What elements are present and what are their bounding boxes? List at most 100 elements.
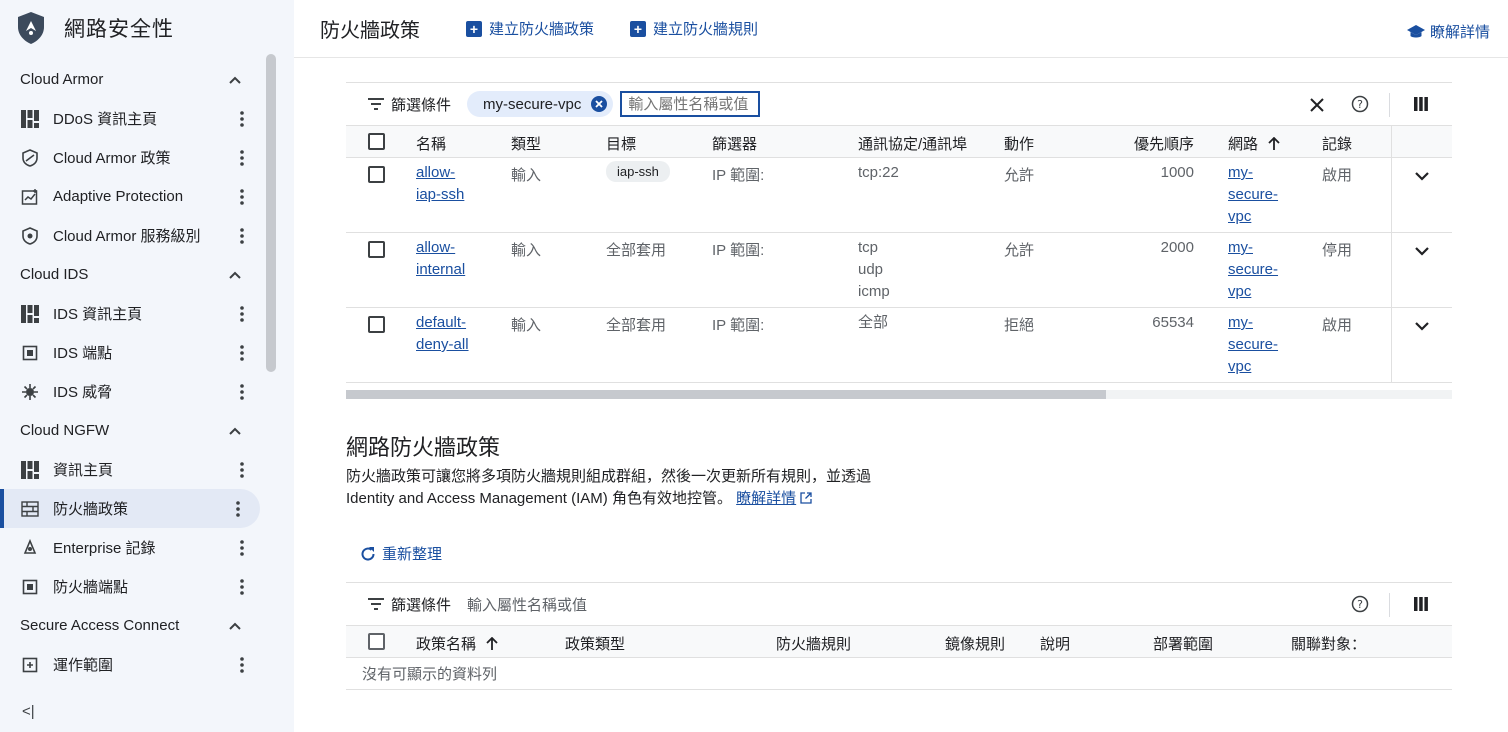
sidebar-item[interactable]: DDoS 資訊主頁 — [0, 99, 264, 138]
column-header[interactable]: 防火牆規則 — [776, 633, 851, 654]
column-header[interactable]: 政策名稱 — [416, 633, 498, 654]
column-header[interactable]: 優先順序 — [1134, 133, 1194, 154]
section-header-secure-access-connect[interactable]: Secure Access Connect — [0, 606, 264, 645]
refresh-button[interactable]: 重新整理 — [360, 543, 442, 564]
rule-name-link[interactable]: allow-internal — [416, 237, 465, 281]
sort-arrow-up-icon[interactable] — [476, 636, 498, 653]
filter-chip[interactable]: my-secure-vpc — [467, 91, 614, 117]
chevron-down-icon[interactable] — [1414, 318, 1430, 331]
chevron-up-icon[interactable] — [228, 619, 242, 633]
help-icon[interactable]: ? — [1351, 595, 1369, 613]
filter-input[interactable] — [620, 91, 761, 117]
sidebar-item[interactable]: 運作範圍 — [0, 645, 264, 684]
more-vert-icon[interactable] — [236, 148, 248, 168]
section-header-cloud-ids[interactable]: Cloud IDS — [0, 255, 264, 294]
network-text[interactable]: secure- — [1228, 334, 1278, 356]
rule-name-text[interactable]: default- — [416, 312, 469, 334]
select-all-checkbox[interactable] — [368, 633, 385, 650]
column-header[interactable]: 通訊協定/通訊埠 — [858, 133, 967, 154]
learn-more-link[interactable]: 瞭解詳情 — [736, 490, 796, 507]
close-icon[interactable] — [1308, 96, 1326, 114]
more-vert-icon[interactable] — [236, 538, 248, 558]
sidebar-item[interactable]: IDS 端點 — [0, 333, 264, 372]
create-rule-button[interactable]: + 建立防火牆規則 — [630, 18, 758, 39]
dashboard-icon — [20, 109, 40, 129]
sidebar-item[interactable]: IDS 威脅 — [0, 372, 264, 411]
sidebar-item[interactable]: Enterprise 記錄 — [0, 528, 264, 567]
section-header-cloud-armor[interactable]: Cloud Armor — [0, 60, 264, 99]
network-text[interactable]: my- — [1228, 312, 1278, 334]
sort-arrow-up-icon[interactable] — [1258, 136, 1280, 153]
more-vert-icon[interactable] — [236, 109, 248, 129]
column-header[interactable]: 名稱 — [416, 133, 446, 154]
help-icon[interactable]: ? — [1351, 95, 1369, 113]
chevron-up-icon[interactable] — [228, 73, 242, 87]
learn-more-button[interactable]: 瞭解詳情 — [1406, 21, 1490, 42]
more-vert-icon[interactable] — [236, 343, 248, 363]
column-header[interactable]: 關聯對象： — [1291, 633, 1366, 654]
more-vert-icon[interactable] — [236, 577, 248, 597]
column-header[interactable]: 政策類型 — [565, 633, 625, 654]
more-vert-icon[interactable] — [236, 304, 248, 324]
cancel-icon[interactable] — [591, 96, 608, 112]
network-text[interactable]: vpc — [1228, 281, 1278, 303]
sidebar-scrollbar[interactable] — [266, 54, 276, 372]
column-header[interactable]: 篩選器 — [712, 133, 757, 154]
more-vert-icon[interactable] — [236, 655, 248, 675]
sidebar-item[interactable]: IDS 資訊主頁 — [0, 294, 264, 333]
sidebar-item[interactable]: Cloud Armor 政策 — [0, 138, 264, 177]
sidebar-item[interactable]: Cloud Armor 服務級別 — [0, 216, 264, 255]
row-checkbox[interactable] — [368, 166, 385, 183]
row-checkbox[interactable] — [368, 316, 385, 333]
sidebar-item[interactable]: Adaptive Protection — [0, 177, 264, 216]
network-text[interactable]: my- — [1228, 162, 1278, 184]
section-description: 防火牆政策可讓您將多項防火牆規則組成群組，然後一次更新所有規則，並透過 Iden… — [346, 468, 872, 507]
chevron-down-icon[interactable] — [1414, 243, 1430, 256]
rule-name-text[interactable]: allow- — [416, 237, 465, 259]
filter-input[interactable]: 輸入屬性名稱或值 — [467, 594, 587, 615]
sidebar: 網路安全性 Cloud Armor DDoS 資訊主頁 Cloud Armor 政策… — [0, 0, 294, 732]
rule-name-text[interactable]: internal — [416, 259, 465, 281]
rule-name-text[interactable]: allow- — [416, 162, 464, 184]
network-text[interactable]: my- — [1228, 237, 1278, 259]
rule-name-text[interactable]: deny-all — [416, 334, 469, 356]
column-header[interactable]: 網路 — [1228, 133, 1280, 154]
sidebar-item[interactable]: 資訊主頁 — [0, 450, 264, 489]
rule-protocols: tcp udp icmp — [858, 237, 890, 303]
column-header[interactable]: 動作 — [1004, 133, 1034, 154]
network-link[interactable]: my-secure-vpc — [1228, 162, 1278, 228]
more-vert-icon[interactable] — [232, 499, 244, 519]
row-checkbox[interactable] — [368, 241, 385, 258]
sidebar-item[interactable]: 防火牆政策 — [0, 489, 260, 528]
column-header[interactable]: 記錄 — [1322, 133, 1352, 154]
section-header-cloud-ngfw[interactable]: Cloud NGFW — [0, 411, 264, 450]
column-header[interactable]: 部署範圍 — [1153, 633, 1213, 654]
column-display-icon[interactable] — [1414, 97, 1428, 111]
chevron-down-icon[interactable] — [1414, 168, 1430, 181]
network-text[interactable]: vpc — [1228, 356, 1278, 378]
more-vert-icon[interactable] — [236, 460, 248, 480]
network-link[interactable]: my-secure-vpc — [1228, 237, 1278, 303]
column-header[interactable]: 說明 — [1040, 633, 1070, 654]
more-vert-icon[interactable] — [236, 382, 248, 402]
select-all-checkbox[interactable] — [368, 133, 385, 150]
chevron-up-icon[interactable] — [228, 424, 242, 438]
chevron-up-icon[interactable] — [228, 268, 242, 282]
network-text[interactable]: secure- — [1228, 259, 1278, 281]
column-header[interactable]: 目標 — [606, 133, 636, 154]
rule-name-text[interactable]: iap-ssh — [416, 184, 464, 206]
collapse-sidebar-icon[interactable]: <| — [22, 703, 35, 720]
create-policy-button[interactable]: + 建立防火牆政策 — [466, 18, 594, 39]
rule-name-link[interactable]: default-deny-all — [416, 312, 469, 356]
network-text[interactable]: secure- — [1228, 184, 1278, 206]
network-link[interactable]: my-secure-vpc — [1228, 312, 1278, 378]
column-header[interactable]: 鏡像規則 — [945, 633, 1005, 654]
rule-name-link[interactable]: allow-iap-ssh — [416, 162, 464, 206]
sidebar-item[interactable]: 防火牆端點 — [0, 567, 264, 606]
more-vert-icon[interactable] — [236, 226, 248, 246]
horizontal-scrollbar[interactable] — [346, 390, 1106, 399]
network-text[interactable]: vpc — [1228, 206, 1278, 228]
column-display-icon[interactable] — [1414, 597, 1428, 611]
column-header[interactable]: 類型 — [511, 133, 541, 154]
more-vert-icon[interactable] — [236, 187, 248, 207]
